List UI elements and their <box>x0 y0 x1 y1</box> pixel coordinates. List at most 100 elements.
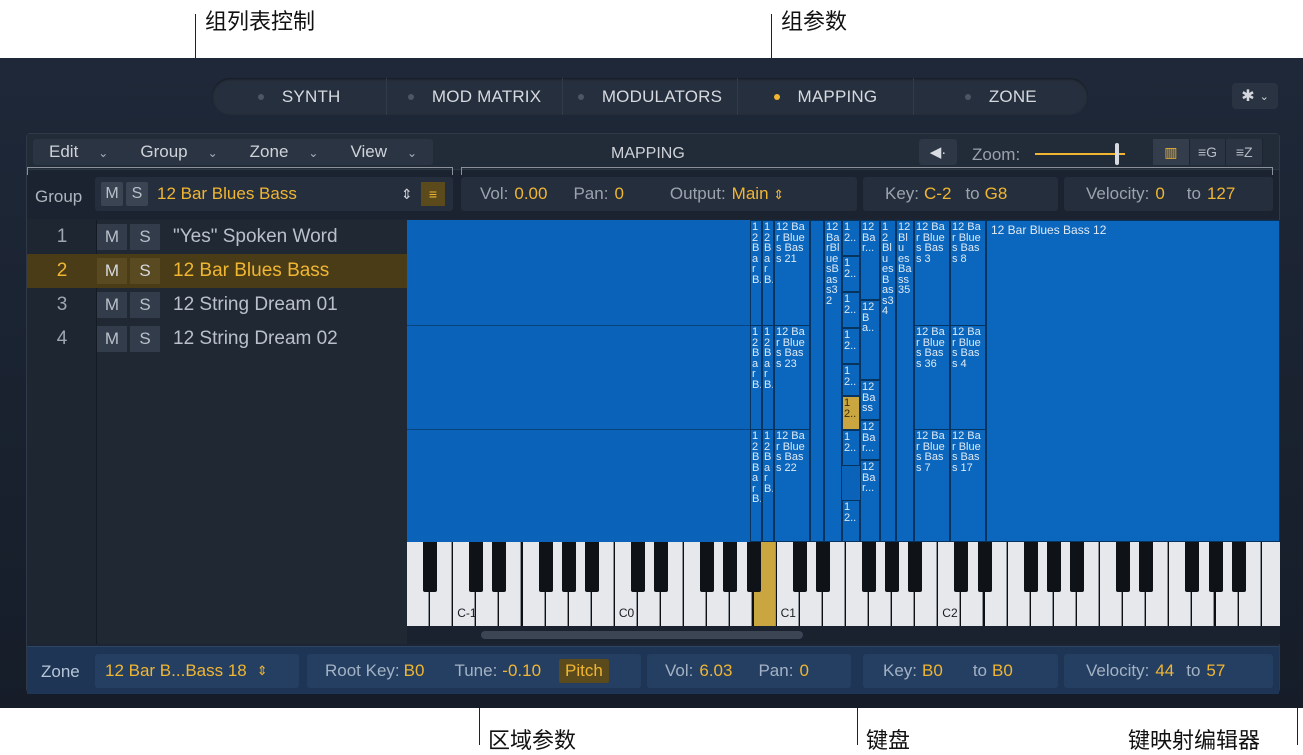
zone-key-high[interactable]: B0 <box>992 661 1013 681</box>
zone-block[interactable]: 12.. <box>842 430 860 466</box>
zone-block[interactable]: 12 Bar Blues Bass 23 <box>774 325 810 430</box>
zone-block[interactable]: 12.. <box>842 256 860 292</box>
mute-button[interactable]: M <box>97 292 127 318</box>
tab-mod-matrix[interactable]: MOD MATRIX <box>387 78 563 115</box>
scroll-thumb[interactable] <box>481 631 803 639</box>
tab-mapping[interactable]: MAPPING <box>738 78 914 115</box>
black-key[interactable] <box>815 542 830 592</box>
solo-button[interactable]: S <box>130 258 160 284</box>
group-list[interactable]: 1 MS "Yes" Spoken Word 2 MS 12 Bar Blues… <box>27 220 407 644</box>
black-key[interactable] <box>1023 542 1038 592</box>
zone-selector[interactable]: 12 Bar B...Bass 18 ⇕ <box>95 654 299 688</box>
black-key[interactable] <box>1139 542 1154 592</box>
zone-block[interactable]: 12 Bar Blue s Bass 4 <box>950 325 986 430</box>
keyboard[interactable]: C-1 C0 C1 C2 <box>407 542 1280 626</box>
zone-block[interactable]: 12Ba.. <box>860 300 880 380</box>
group-mute-button[interactable]: M <box>101 182 123 206</box>
zone-key-low[interactable]: B0 <box>922 661 943 681</box>
zone-block[interactable]: 12Bar... <box>860 460 880 542</box>
group-solo-button[interactable]: S <box>126 182 148 206</box>
black-key[interactable] <box>423 542 438 592</box>
black-key[interactable] <box>1116 542 1131 592</box>
group-menu[interactable]: Group ⌄ <box>124 142 233 162</box>
tune-value[interactable]: -0.10 <box>502 661 541 681</box>
mute-button[interactable]: M <box>97 258 127 284</box>
black-key[interactable] <box>584 542 599 592</box>
black-key[interactable] <box>908 542 923 592</box>
black-key[interactable] <box>654 542 669 592</box>
group-row-selected[interactable]: 2 MS 12 Bar Blues Bass <box>27 254 407 288</box>
black-key[interactable] <box>746 542 761 592</box>
zone-block[interactable]: 12 Bar Blue s Bass 17 <box>950 429 986 542</box>
zone-block[interactable]: 12 Bar Blue s Bass 7 <box>914 429 950 542</box>
zone-block-large[interactable]: 12 Bar Blues Bass 12 <box>986 220 1280 542</box>
zone-block[interactable]: 12 Bar Blue s Bass 8 <box>950 220 986 326</box>
black-key[interactable] <box>1208 542 1223 592</box>
black-key[interactable] <box>885 542 900 592</box>
mute-button[interactable]: M <box>97 326 127 352</box>
group-vol-value[interactable]: 0.00 <box>514 184 547 204</box>
black-key[interactable] <box>469 542 484 592</box>
black-key[interactable] <box>1046 542 1061 592</box>
tab-modulators[interactable]: MODULATORS <box>563 78 739 115</box>
zone-block[interactable]: 12.. <box>842 364 860 396</box>
tab-synth[interactable]: SYNTH <box>212 78 388 115</box>
zone-block[interactable]: 12.. <box>842 220 860 256</box>
group-key-high[interactable]: G8 <box>985 184 1008 204</box>
solo-button[interactable]: S <box>130 224 160 250</box>
group-row[interactable]: 3 MS 12 String Dream 01 <box>27 288 407 322</box>
zone-block[interactable] <box>810 220 824 542</box>
zone-block[interactable]: 12.. <box>842 292 860 328</box>
tab-zone[interactable]: ZONE <box>914 78 1088 115</box>
zone-block[interactable]: 12BluesBass34 <box>880 220 896 542</box>
mute-button[interactable]: M <box>97 224 127 250</box>
solo-button[interactable]: S <box>130 292 160 318</box>
horizontal-scrollbar[interactable] <box>407 626 1280 644</box>
group-pan-value[interactable]: 0 <box>614 184 623 204</box>
group-output-select[interactable]: Main ⇕ <box>732 184 785 204</box>
white-key[interactable] <box>1261 542 1280 626</box>
zone-view-button[interactable]: ≡Z <box>1226 139 1264 165</box>
zone-vel-high[interactable]: 57 <box>1206 661 1225 681</box>
black-key[interactable] <box>700 542 715 592</box>
zone-vel-low[interactable]: 44 <box>1155 661 1174 681</box>
zone-block[interactable]: 12Bass <box>860 380 880 420</box>
zone-block[interactable]: 12BBarB.. <box>750 429 762 542</box>
root-key-value[interactable]: B0 <box>404 661 425 681</box>
zone-block[interactable]: 12BarBluesBass32 <box>824 220 842 542</box>
black-key[interactable] <box>954 542 969 592</box>
list-icon[interactable]: ≡ <box>421 182 445 206</box>
group-row[interactable]: 4 MS 12 String Dream 02 <box>27 322 407 356</box>
black-key[interactable] <box>862 542 876 592</box>
black-key[interactable] <box>1231 542 1246 592</box>
zone-block[interactable]: 12BarB.. <box>750 220 762 326</box>
black-key[interactable] <box>561 542 576 592</box>
solo-button[interactable]: S <box>130 326 160 352</box>
black-key[interactable] <box>1069 542 1084 592</box>
group-selector[interactable]: M S 12 Bar Blues Bass ⇕ ≡ <box>95 177 453 211</box>
black-key[interactable] <box>538 542 553 592</box>
pitch-button[interactable]: Pitch <box>559 659 609 683</box>
key-mapping-editor[interactable]: 12BarB.. 12BarB.. 12 Bar Blues Bass 21 1… <box>407 220 1280 542</box>
group-vel-low[interactable]: 0 <box>1155 184 1164 204</box>
zone-block[interactable]: 12.. <box>842 500 860 542</box>
black-key[interactable] <box>723 542 738 592</box>
zone-vol-value[interactable]: 6.03 <box>699 661 732 681</box>
zone-block[interactable]: 12Bar... <box>860 420 880 460</box>
selected-zone-block[interactable]: 12.. <box>842 396 860 430</box>
zone-block[interactable]: 12BarB.. <box>762 325 774 430</box>
audition-button[interactable]: ◀· <box>919 139 957 165</box>
group-key-low[interactable]: C-2 <box>924 184 951 204</box>
zone-block[interactable]: 12 Bar Blues Bass 21 <box>774 220 810 326</box>
zone-block[interactable]: 12 Bar Blue s Bass 3 <box>914 220 950 326</box>
group-view-button[interactable]: ≡G <box>1190 139 1227 165</box>
zone-block[interactable]: 12BarB.. <box>750 325 762 430</box>
zone-block[interactable]: 12BarB.. <box>762 220 774 326</box>
zone-block[interactable]: 12 Bar Blue s Bass 36 <box>914 325 950 430</box>
settings-menu-button[interactable]: ✱ ⌄ <box>1232 83 1278 109</box>
black-key[interactable] <box>1185 542 1200 592</box>
zoom-slider-thumb[interactable] <box>1115 143 1119 165</box>
zone-pan-value[interactable]: 0 <box>799 661 808 681</box>
keyboard-view-button[interactable]: ▥ <box>1153 139 1190 165</box>
group-vel-high[interactable]: 127 <box>1207 184 1235 204</box>
